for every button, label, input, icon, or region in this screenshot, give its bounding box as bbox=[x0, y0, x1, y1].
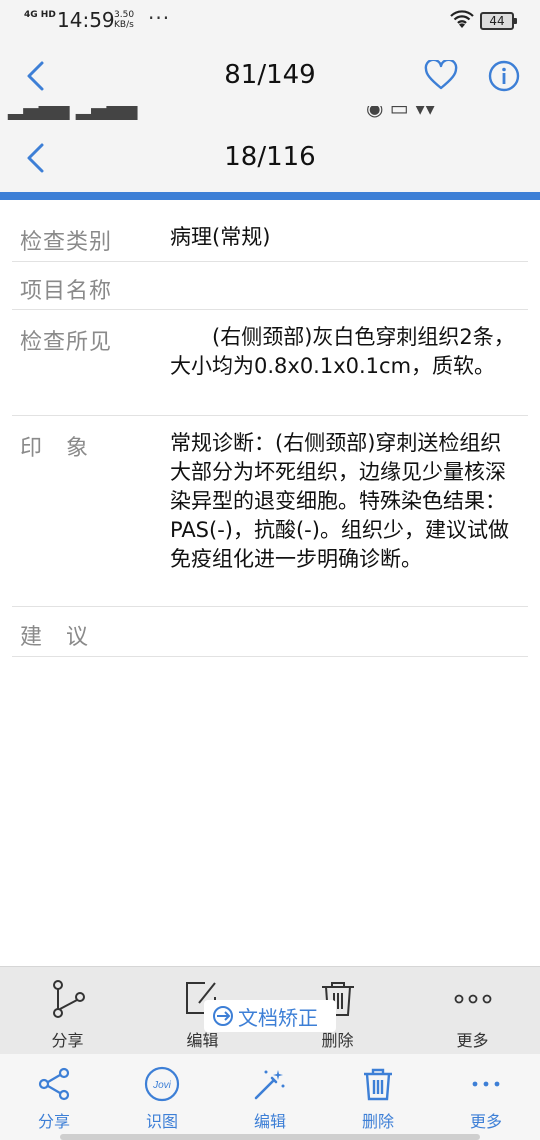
favorite-heart-icon[interactable] bbox=[424, 60, 458, 90]
info-icon[interactable] bbox=[488, 60, 520, 92]
row-value: 常规诊断：(右侧颈部)穿刺送检组织大部分为坏死组织，边缘见少量核深染异型的退变细… bbox=[170, 431, 509, 571]
app-toolbar: 分享 Jovi 识图 编辑 删除 更多 bbox=[0, 1054, 540, 1140]
home-indicator[interactable] bbox=[60, 1134, 480, 1140]
share-icon bbox=[38, 1067, 70, 1101]
clock: 14:59 bbox=[57, 8, 115, 32]
image-counter: 81/149 bbox=[224, 60, 316, 90]
edit-button[interactable]: 编辑 bbox=[216, 1054, 324, 1140]
row-value: (右侧颈部)灰白色穿刺组织2条，大小均为0.8x0.1x0.1cm，质软。 bbox=[170, 325, 515, 378]
cropped-status-strip: ▂▄▆█ ▂▄▆█ ▔▔ ◉ ▭ ▾▾ bbox=[0, 106, 540, 122]
document-correction-button[interactable]: 文档矫正 bbox=[204, 1000, 336, 1032]
network-speed: 3.50 KB/s bbox=[114, 10, 135, 30]
row-label: 建 议 bbox=[20, 625, 90, 650]
wifi-icon bbox=[450, 10, 474, 28]
network-indicator: 4G HD bbox=[24, 10, 56, 20]
row-label: 印 象 bbox=[20, 436, 90, 461]
branch-share-icon bbox=[52, 980, 85, 1018]
row-label: 项目名称 bbox=[20, 279, 113, 304]
row-label: 检查所见 bbox=[20, 330, 113, 355]
report-header: 18/116 bbox=[0, 122, 540, 192]
jovi-icon: Jovi bbox=[144, 1066, 180, 1102]
more-dots-icon bbox=[454, 994, 491, 1004]
row-impression: 印 象 常规诊断：(右侧颈部)穿刺送检组织大部分为坏死组织，边缘见少量核深染异型… bbox=[12, 416, 528, 607]
row-exam-category: 检查类别 病理(常规) bbox=[12, 210, 528, 262]
row-findings: 检查所见 (右侧颈部)灰白色穿刺组织2条，大小均为0.8x0.1x0.1cm，质… bbox=[12, 310, 528, 416]
share-button[interactable]: 分享 bbox=[0, 1054, 108, 1140]
delete-button[interactable]: 删除 bbox=[324, 1054, 432, 1140]
row-item-name: 项目名称 bbox=[12, 262, 528, 310]
svg-text:Jovi: Jovi bbox=[152, 1080, 172, 1091]
header-accent-bar bbox=[0, 192, 540, 200]
more-button[interactable]: 更多 bbox=[405, 967, 540, 1055]
row-label: 检查类别 bbox=[20, 230, 113, 255]
battery-icon: 44 bbox=[480, 12, 517, 30]
viewer-header: 81/149 bbox=[0, 42, 540, 110]
trash-icon bbox=[364, 1068, 392, 1101]
row-value: 病理(常规) bbox=[170, 225, 271, 249]
more-dots-icon bbox=[472, 1081, 500, 1087]
share-button[interactable]: 分享 bbox=[0, 967, 135, 1055]
recognize-image-button[interactable]: Jovi 识图 bbox=[108, 1054, 216, 1140]
report-counter: 18/116 bbox=[224, 142, 316, 172]
correction-icon bbox=[213, 1006, 233, 1026]
status-bar: 4G HD 14:59 3.50 KB/s ··· 44 bbox=[0, 0, 540, 42]
more-button[interactable]: 更多 bbox=[432, 1054, 540, 1140]
magic-wand-icon bbox=[254, 1070, 285, 1100]
more-notifications-icon: ··· bbox=[148, 6, 171, 30]
row-suggestion: 建 议 bbox=[12, 607, 528, 657]
